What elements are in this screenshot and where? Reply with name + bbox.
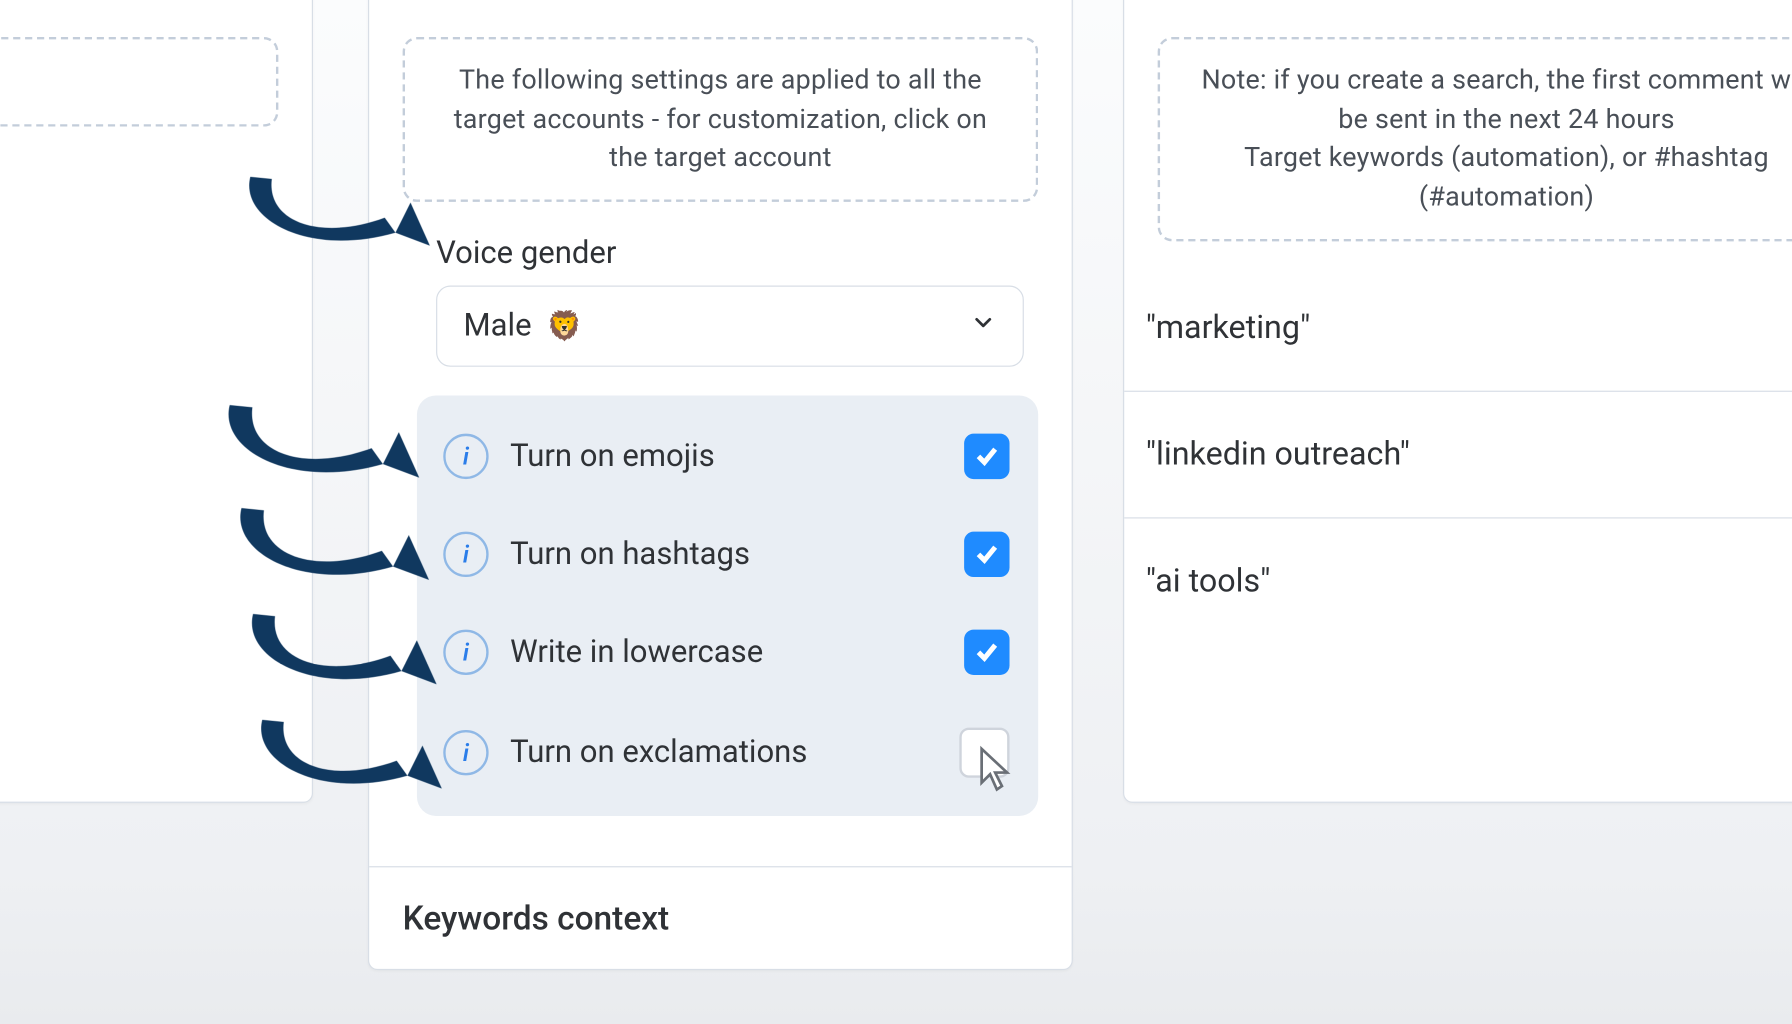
keywords-panel: Note: if you create a search, the first … (1123, 0, 1792, 803)
left-panel: t us in the chat! (0, 0, 313, 803)
keywords-note-line1: Note: if you create a search, the first … (1186, 61, 1792, 139)
option-label: Turn on emojis (510, 438, 964, 474)
checkbox-lowercase[interactable] (964, 629, 1009, 674)
option-label: Turn on exclamations (510, 735, 959, 771)
checkbox-exclamations[interactable] (959, 727, 1009, 777)
chevron-down-icon (970, 310, 996, 342)
left-note-box: t us in the chat! (0, 37, 278, 126)
option-row-hashtags: i Turn on hashtags (434, 498, 1022, 596)
check-icon (972, 442, 1001, 471)
keyword-row[interactable]: "linkedin outreach" (1124, 391, 1792, 518)
keywords-note-box: Note: if you create a search, the first … (1158, 37, 1792, 241)
info-icon[interactable]: i (443, 629, 488, 674)
keywords-list: "marketing" "linkedin outreach" "ai tool… (1124, 265, 1792, 644)
info-icon[interactable]: i (443, 531, 488, 576)
keywords-context-label: Keywords context (403, 898, 1034, 937)
checkbox-emojis[interactable] (964, 434, 1009, 479)
check-icon (972, 540, 1001, 569)
check-icon (972, 638, 1001, 667)
option-label: Write in lowercase (510, 634, 964, 670)
keyword-row[interactable]: "ai tools" (1124, 518, 1792, 643)
settings-note-box: The following settings are applied to al… (403, 37, 1039, 202)
info-icon[interactable]: i (443, 730, 488, 775)
voice-gender-dropdown[interactable]: Male 🦁 (436, 285, 1024, 366)
info-icon[interactable]: i (443, 434, 488, 479)
voice-gender-label: Voice gender (436, 235, 1033, 271)
voice-gender-value: Male (464, 308, 532, 344)
settings-note-text: The following settings are applied to al… (454, 65, 987, 174)
keyword-row[interactable]: "marketing" (1124, 265, 1792, 392)
voice-gender-emoji: 🦁 (546, 309, 582, 342)
settings-panel: The following settings are applied to al… (368, 0, 1073, 970)
option-row-exclamations: i Turn on exclamations (434, 694, 1022, 797)
keywords-note-line2: Target keywords (automation), or #hashta… (1186, 139, 1792, 217)
checkbox-hashtags[interactable] (964, 531, 1009, 576)
keyword-text: "ai tools" (1146, 562, 1271, 600)
option-row-emojis: i Turn on emojis (434, 414, 1022, 498)
keyword-text: "marketing" (1146, 308, 1311, 346)
keyword-text: "linkedin outreach" (1146, 435, 1410, 473)
option-label: Turn on hashtags (510, 536, 964, 572)
option-row-lowercase: i Write in lowercase (434, 596, 1022, 694)
divider (369, 866, 1071, 867)
voice-options-group: i Turn on emojis i Turn on hashtags i Wr… (417, 395, 1038, 816)
